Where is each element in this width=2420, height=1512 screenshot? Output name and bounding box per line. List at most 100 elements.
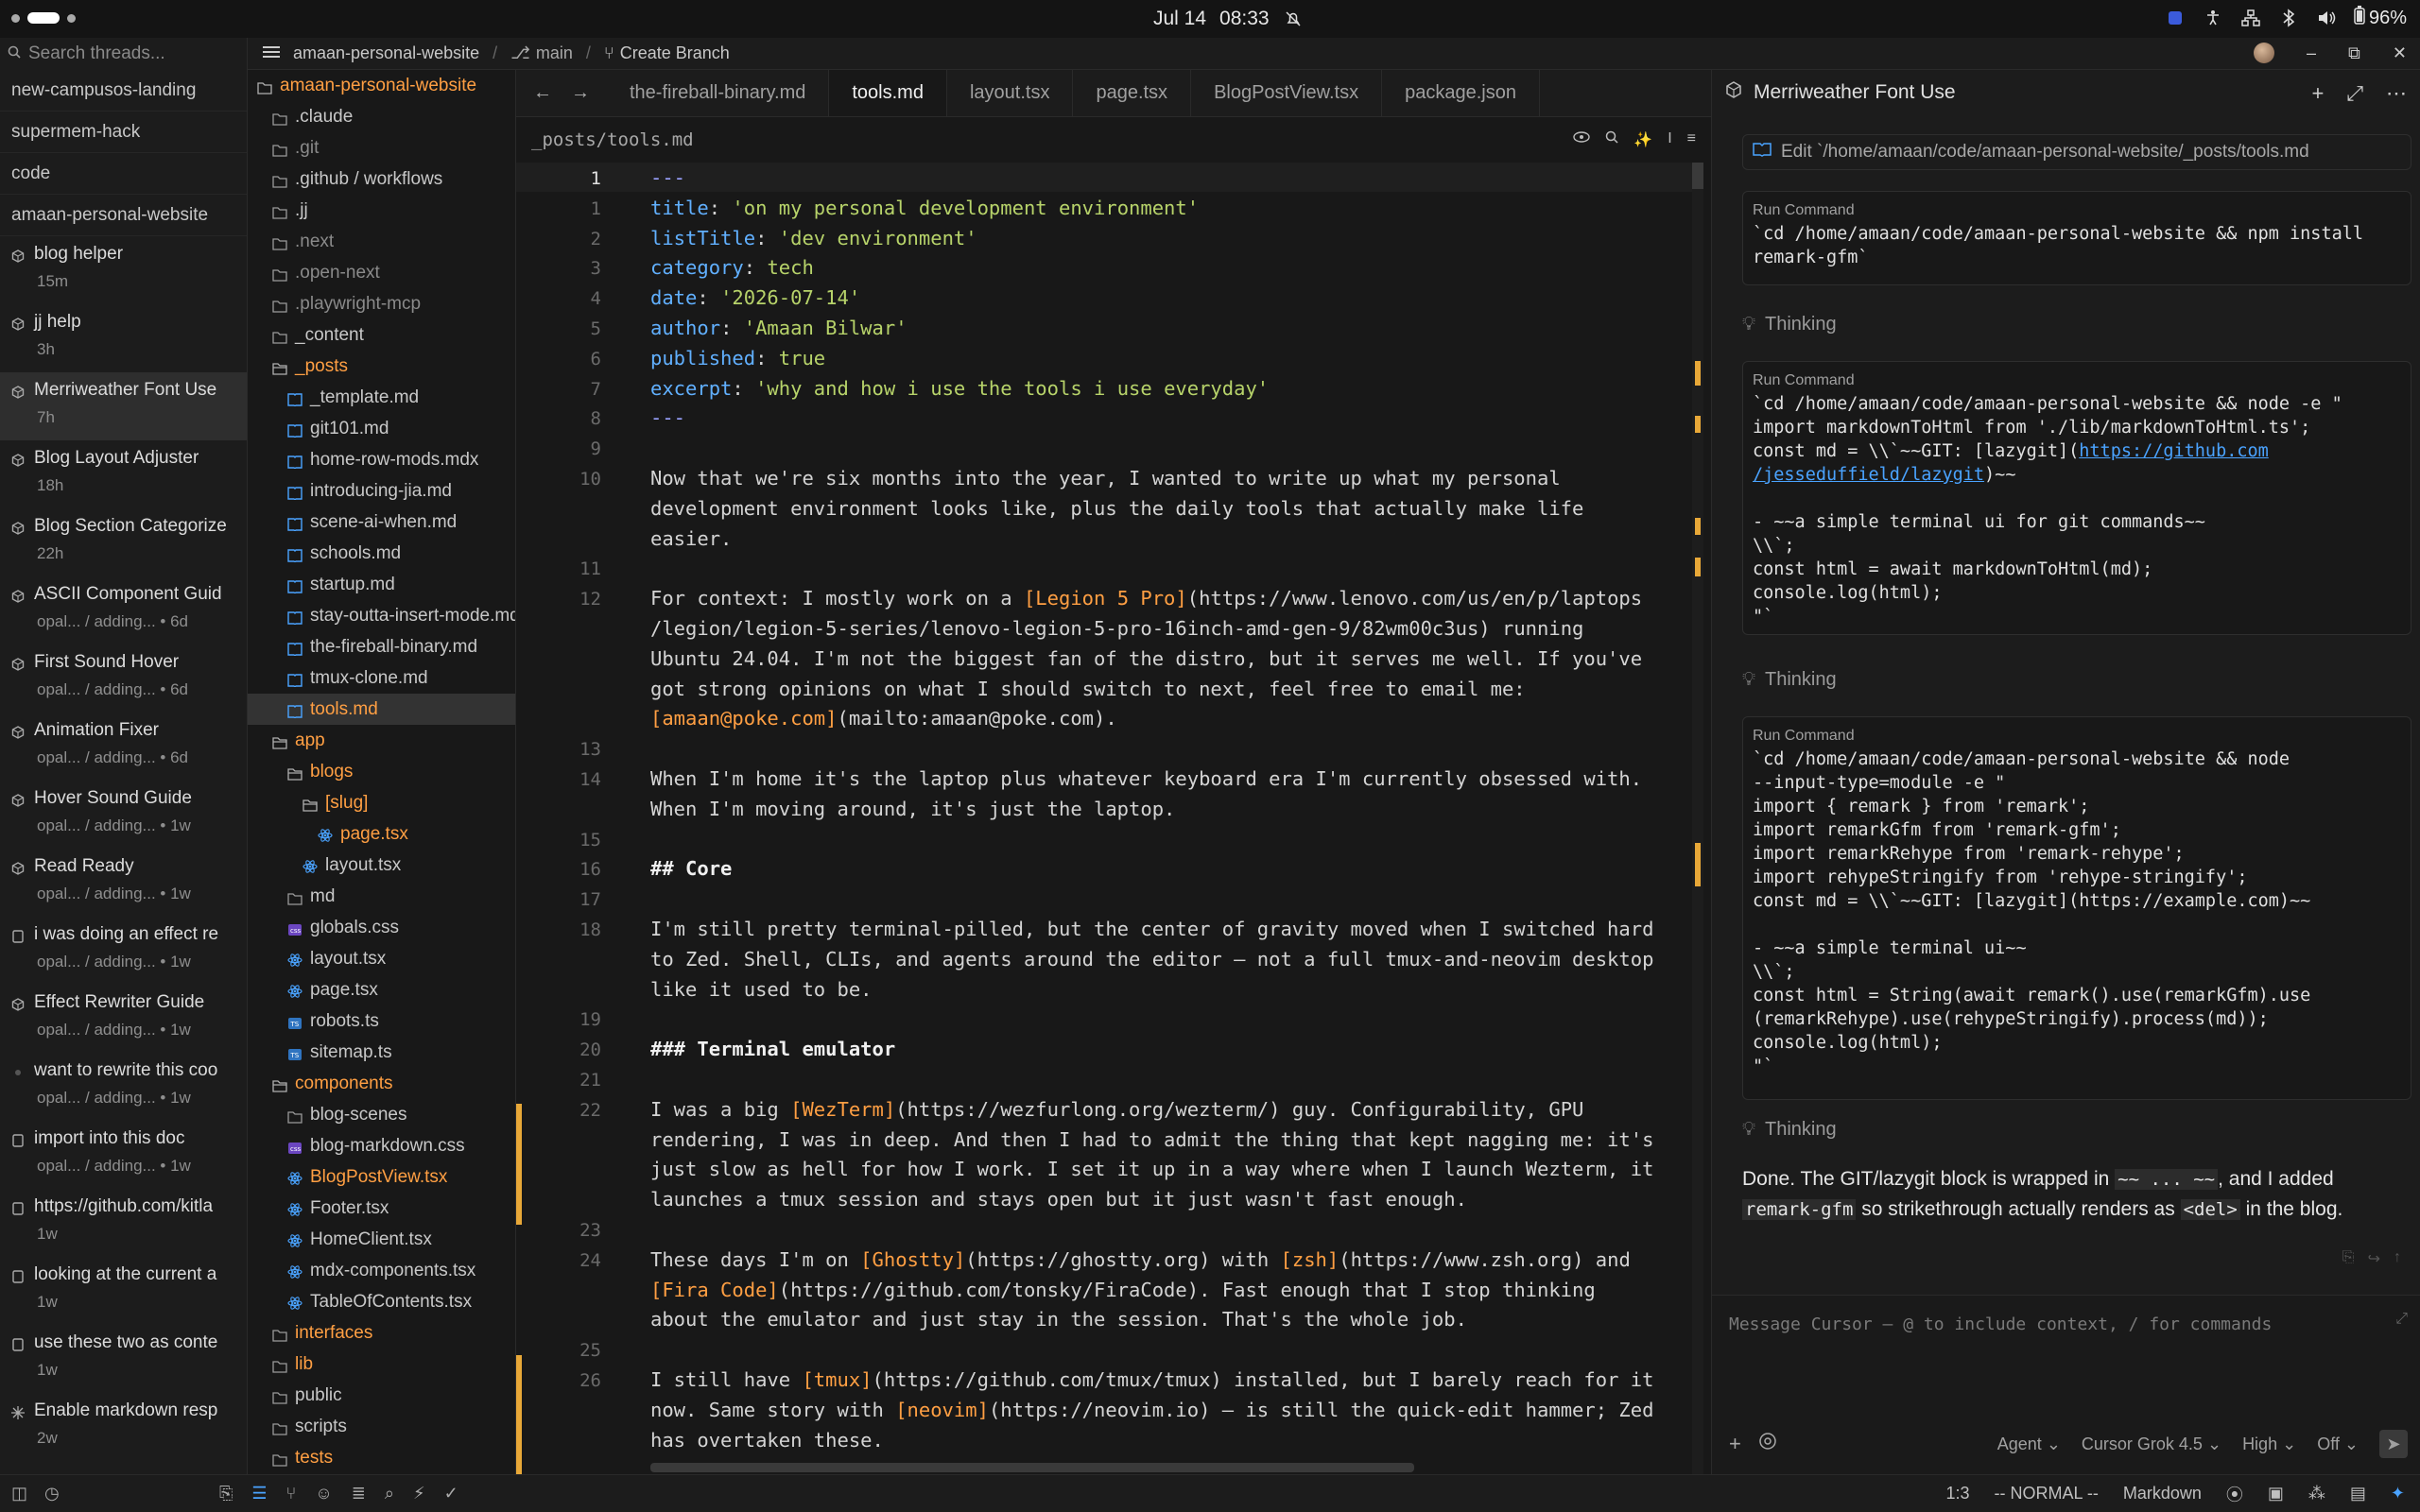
cursor-position[interactable]: 1:3 bbox=[1945, 1484, 1969, 1503]
tree-folder[interactable]: _content bbox=[248, 319, 515, 351]
tree-folder[interactable]: [slug] bbox=[248, 787, 515, 818]
collaborators-icon[interactable]: ☺ bbox=[315, 1484, 332, 1503]
sparkle-icon[interactable]: ✨ bbox=[1634, 130, 1652, 149]
minimize-icon[interactable]: – bbox=[2307, 43, 2316, 63]
editor-tab[interactable]: page.tsx bbox=[1073, 70, 1192, 116]
check-icon[interactable]: ✓ bbox=[444, 1484, 458, 1503]
edit-file-card[interactable]: Edit `/home/amaan/code/amaan-personal-we… bbox=[1742, 134, 2411, 170]
editor-scrollbar[interactable] bbox=[1692, 163, 1703, 1474]
thinking-indicator[interactable]: 💡︎ Thinking bbox=[1742, 314, 1837, 335]
run-command-card[interactable]: Run Command `cd /home/amaan/code/amaan-pe… bbox=[1742, 191, 2411, 285]
battery-indicator[interactable]: 96% bbox=[2354, 6, 2407, 30]
editor-tab[interactable]: the-fireball-binary.md bbox=[607, 70, 830, 116]
tree-file[interactable]: layout.tsx bbox=[248, 850, 515, 881]
sidebar-toggle-icon[interactable]: ◫ bbox=[11, 1484, 27, 1503]
pinned-thread[interactable]: supermem-hack bbox=[0, 112, 247, 153]
thread-item[interactable]: Blog Section Categorize 22h bbox=[0, 508, 247, 576]
redo-icon[interactable]: ↪ bbox=[2368, 1249, 2380, 1268]
horizontal-scrollbar[interactable] bbox=[650, 1463, 1414, 1472]
thread-search[interactable]: Search threads... bbox=[0, 38, 247, 70]
thread-item[interactable]: jj help 3h bbox=[0, 304, 247, 372]
thinking-indicator[interactable]: 💡︎ Thinking bbox=[1742, 669, 1837, 691]
history-clock-icon[interactable]: ◷ bbox=[44, 1484, 60, 1503]
tree-file[interactable]: introducing-jia.md bbox=[248, 475, 515, 507]
at-mention-icon[interactable] bbox=[1758, 1432, 1777, 1456]
agent-mode-dropdown[interactable]: Agent ⌄ bbox=[1997, 1435, 2061, 1454]
thread-item[interactable]: Read Ready opal... / adding... • 1w bbox=[0, 849, 247, 917]
tree-file[interactable]: css blog-markdown.css bbox=[248, 1130, 515, 1161]
search-icon[interactable]: ⌕ bbox=[385, 1484, 394, 1503]
ai-icon[interactable]: ⦿ bbox=[2226, 1482, 2243, 1506]
workspace-indicator[interactable] bbox=[11, 12, 76, 24]
tree-root[interactable]: amaan-personal-website bbox=[248, 70, 515, 101]
message-input[interactable]: Message Cursor — @ to include context, /… bbox=[1729, 1314, 2272, 1334]
thread-item[interactable]: want to rewrite this coo opal... / adding… bbox=[0, 1053, 247, 1121]
thread-item[interactable]: Hover Sound Guide opal... / adding... • 1… bbox=[0, 781, 247, 849]
back-arrow-icon[interactable]: ← bbox=[533, 82, 552, 104]
bluetooth-icon[interactable] bbox=[2278, 8, 2299, 28]
tree-folder[interactable]: blogs bbox=[248, 756, 515, 787]
thread-item[interactable]: Blog Layout Adjuster 18h bbox=[0, 440, 247, 508]
tree-folder[interactable]: tests bbox=[248, 1442, 515, 1473]
model-dropdown[interactable]: Cursor Grok 4.5 ⌄ bbox=[2082, 1435, 2221, 1454]
maximize-icon[interactable]: ⧉ bbox=[2348, 43, 2360, 63]
tree-file[interactable]: stay-outta-insert-mode.md bbox=[248, 600, 515, 631]
thread-item[interactable]: i was doing an effect re opal... / adding… bbox=[0, 917, 247, 985]
git-icon[interactable]: ⑂ bbox=[286, 1484, 297, 1503]
thread-item[interactable]: Merriweather Font Use 7h bbox=[0, 372, 247, 440]
tree-folder[interactable]: public bbox=[248, 1380, 515, 1411]
effort-dropdown[interactable]: High ⌄ bbox=[2242, 1435, 2296, 1454]
thread-item[interactable]: First Sound Hover opal... / adding... • 6… bbox=[0, 644, 247, 713]
volume-icon[interactable] bbox=[2316, 8, 2337, 28]
run-command-card[interactable]: Run Command `cd /home/amaan/code/amaan-pe… bbox=[1742, 361, 2411, 635]
tree-file[interactable]: page.tsx bbox=[248, 974, 515, 1005]
sliders-icon[interactable]: ≡ bbox=[1687, 130, 1696, 149]
tree-folder[interactable]: md bbox=[248, 881, 515, 912]
editor-tab[interactable]: layout.tsx bbox=[947, 70, 1074, 116]
tree-file[interactable]: scene-ai-when.md bbox=[248, 507, 515, 538]
tree-folder[interactable]: components bbox=[248, 1068, 515, 1099]
hamburger-menu-icon[interactable] bbox=[263, 43, 280, 63]
expand-composer-icon[interactable]: ⤢ bbox=[2395, 1311, 2408, 1328]
tree-file[interactable]: tools.md bbox=[248, 694, 515, 725]
tree-file[interactable]: TS robots.ts bbox=[248, 1005, 515, 1037]
tree-file[interactable]: layout.tsx bbox=[248, 943, 515, 974]
thread-item[interactable]: blog helper 15m bbox=[0, 236, 247, 304]
command-link[interactable]: https://github.com bbox=[2079, 441, 2268, 461]
toggle-dropdown[interactable]: Off ⌄ bbox=[2317, 1435, 2359, 1454]
network-icon[interactable] bbox=[2240, 8, 2261, 28]
tree-folder[interactable]: .playwright-mcp bbox=[248, 288, 515, 319]
command-link[interactable]: /jesseduffield/lazygit bbox=[1753, 465, 1984, 485]
tree-folder[interactable]: .open-next bbox=[248, 257, 515, 288]
clock[interactable]: Jul 14 08:33 bbox=[1153, 8, 1304, 30]
tree-file[interactable]: TableOfContents.tsx bbox=[248, 1286, 515, 1317]
preview-eye-icon[interactable] bbox=[1573, 130, 1590, 149]
agent-status-icon[interactable]: ✦ bbox=[2391, 1484, 2405, 1503]
editor-tab[interactable]: tools.md bbox=[829, 70, 947, 116]
tree-file[interactable]: startup.md bbox=[248, 569, 515, 600]
tree-folder[interactable]: .github / workflows bbox=[248, 163, 515, 195]
cursor-text-icon[interactable]: I bbox=[1668, 130, 1671, 149]
tree-folder[interactable]: .git bbox=[248, 132, 515, 163]
tree-file[interactable]: _template.md bbox=[248, 382, 515, 413]
outline-icon[interactable]: ≣ bbox=[352, 1484, 366, 1503]
close-icon[interactable]: ✕ bbox=[2393, 43, 2407, 63]
thread-item[interactable]: ASCII Component Guid opal... / adding... … bbox=[0, 576, 247, 644]
editor-tab[interactable]: package.json bbox=[1382, 70, 1540, 116]
branch-selector[interactable]: ⎇ main bbox=[510, 43, 573, 63]
tree-folder[interactable]: interfaces bbox=[248, 1317, 515, 1349]
tree-file[interactable]: mdx-components.tsx bbox=[248, 1255, 515, 1286]
tree-folder[interactable]: .jj bbox=[248, 195, 515, 226]
accessibility-icon[interactable] bbox=[2203, 8, 2223, 28]
thread-item[interactable]: Animation Fixer opal... / adding... • 6d bbox=[0, 713, 247, 781]
thread-item[interactable]: Effect Rewriter Guide opal... / adding...… bbox=[0, 985, 247, 1053]
file-path[interactable]: _posts/tools.md bbox=[531, 129, 694, 150]
copy-icon[interactable]: ⎘ bbox=[2342, 1249, 2355, 1268]
search-input[interactable]: Search threads... bbox=[28, 43, 165, 64]
thinking-indicator[interactable]: 💡︎ Thinking bbox=[1742, 1119, 1837, 1141]
tree-folder[interactable]: blog-scenes bbox=[248, 1099, 515, 1130]
more-options-icon[interactable]: ⋯ bbox=[2386, 81, 2407, 106]
tree-file[interactable]: git101.md bbox=[248, 413, 515, 444]
tree-file[interactable]: TS sitemap.ts bbox=[248, 1037, 515, 1068]
pinned-thread[interactable]: new-campusos-landing bbox=[0, 70, 247, 112]
